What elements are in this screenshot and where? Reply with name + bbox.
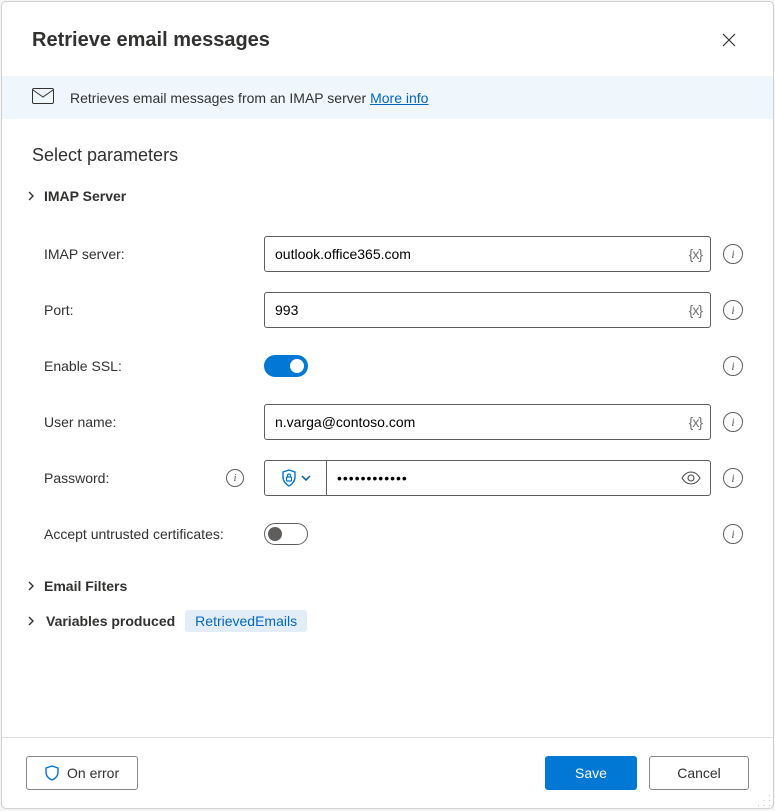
username-input[interactable] (265, 405, 710, 439)
port-label: Port: (44, 302, 74, 318)
on-error-button[interactable]: On error (26, 756, 138, 790)
on-error-label: On error (67, 765, 119, 781)
untrusted-toggle[interactable] (264, 523, 308, 545)
field-password: Password: i i (32, 450, 743, 506)
variable-chip-retrievedemails[interactable]: RetrievedEmails (185, 610, 307, 632)
close-icon (722, 33, 736, 47)
eye-icon (681, 471, 701, 485)
shield-icon (45, 765, 59, 781)
password-provider-dropdown[interactable] (265, 461, 327, 495)
save-button[interactable]: Save (545, 756, 637, 790)
port-input-wrap: {x} (264, 292, 711, 328)
ssl-toggle[interactable] (264, 355, 308, 377)
group-variables-label: Variables produced (46, 613, 175, 629)
imap-server-input[interactable] (265, 237, 710, 271)
description-banner: Retrieves email messages from an IMAP se… (2, 76, 773, 119)
more-info-link[interactable]: More info (370, 90, 428, 106)
group-filters-label: Email Filters (44, 578, 127, 594)
field-enable-ssl: Enable SSL: i (32, 338, 743, 394)
username-label: User name: (44, 414, 116, 430)
variable-picker-icon[interactable]: {x} (689, 302, 702, 318)
port-input[interactable] (265, 293, 710, 327)
group-email-filters-header[interactable]: Email Filters (26, 578, 743, 594)
username-input-wrap: {x} (264, 404, 711, 440)
dialog-body: Select parameters IMAP Server IMAP serve… (2, 119, 773, 737)
chevron-right-icon (26, 616, 36, 626)
imap-server-label: IMAP server: (44, 246, 125, 262)
dialog-footer: On error Save Cancel (2, 737, 773, 808)
group-imap-label: IMAP Server (44, 188, 126, 204)
imap-server-input-wrap: {x} (264, 236, 711, 272)
info-icon[interactable]: i (723, 244, 743, 264)
cancel-button[interactable]: Cancel (649, 756, 749, 790)
variable-picker-icon[interactable]: {x} (689, 414, 702, 430)
password-box (264, 460, 711, 496)
field-accept-untrusted: Accept untrusted certificates: i (32, 506, 743, 562)
chevron-right-icon (26, 191, 36, 201)
retrieve-email-dialog: Retrieve email messages Retrieves email … (1, 1, 774, 809)
chevron-right-icon (26, 581, 36, 591)
password-input[interactable] (327, 461, 672, 495)
info-icon[interactable]: i (723, 300, 743, 320)
info-icon[interactable]: i (723, 412, 743, 432)
info-icon[interactable]: i (723, 524, 743, 544)
info-icon[interactable]: i (723, 468, 743, 488)
info-icon[interactable]: i (226, 469, 244, 487)
dialog-header: Retrieve email messages (2, 2, 773, 76)
ssl-label: Enable SSL: (44, 358, 122, 374)
mail-icon (32, 88, 54, 107)
variable-picker-icon[interactable]: {x} (689, 246, 702, 262)
group-variables-produced[interactable]: Variables produced RetrievedEmails (26, 610, 743, 632)
section-title: Select parameters (32, 145, 743, 166)
chevron-down-icon (301, 475, 311, 481)
group-imap-server-header[interactable]: IMAP Server (26, 188, 743, 204)
field-username: User name: {x} i (32, 394, 743, 450)
field-port: Port: {x} i (32, 282, 743, 338)
close-button[interactable] (713, 24, 745, 56)
password-label: Password: (44, 470, 109, 486)
footer-actions: Save Cancel (545, 756, 749, 790)
untrusted-label: Accept untrusted certificates: (44, 526, 224, 542)
dialog-title: Retrieve email messages (32, 29, 270, 52)
reveal-password-button[interactable] (672, 461, 710, 495)
info-icon[interactable]: i (723, 356, 743, 376)
banner-text: Retrieves email messages from an IMAP se… (70, 90, 428, 106)
shield-lock-icon (281, 469, 297, 487)
field-imap-server: IMAP server: {x} i (32, 226, 743, 282)
